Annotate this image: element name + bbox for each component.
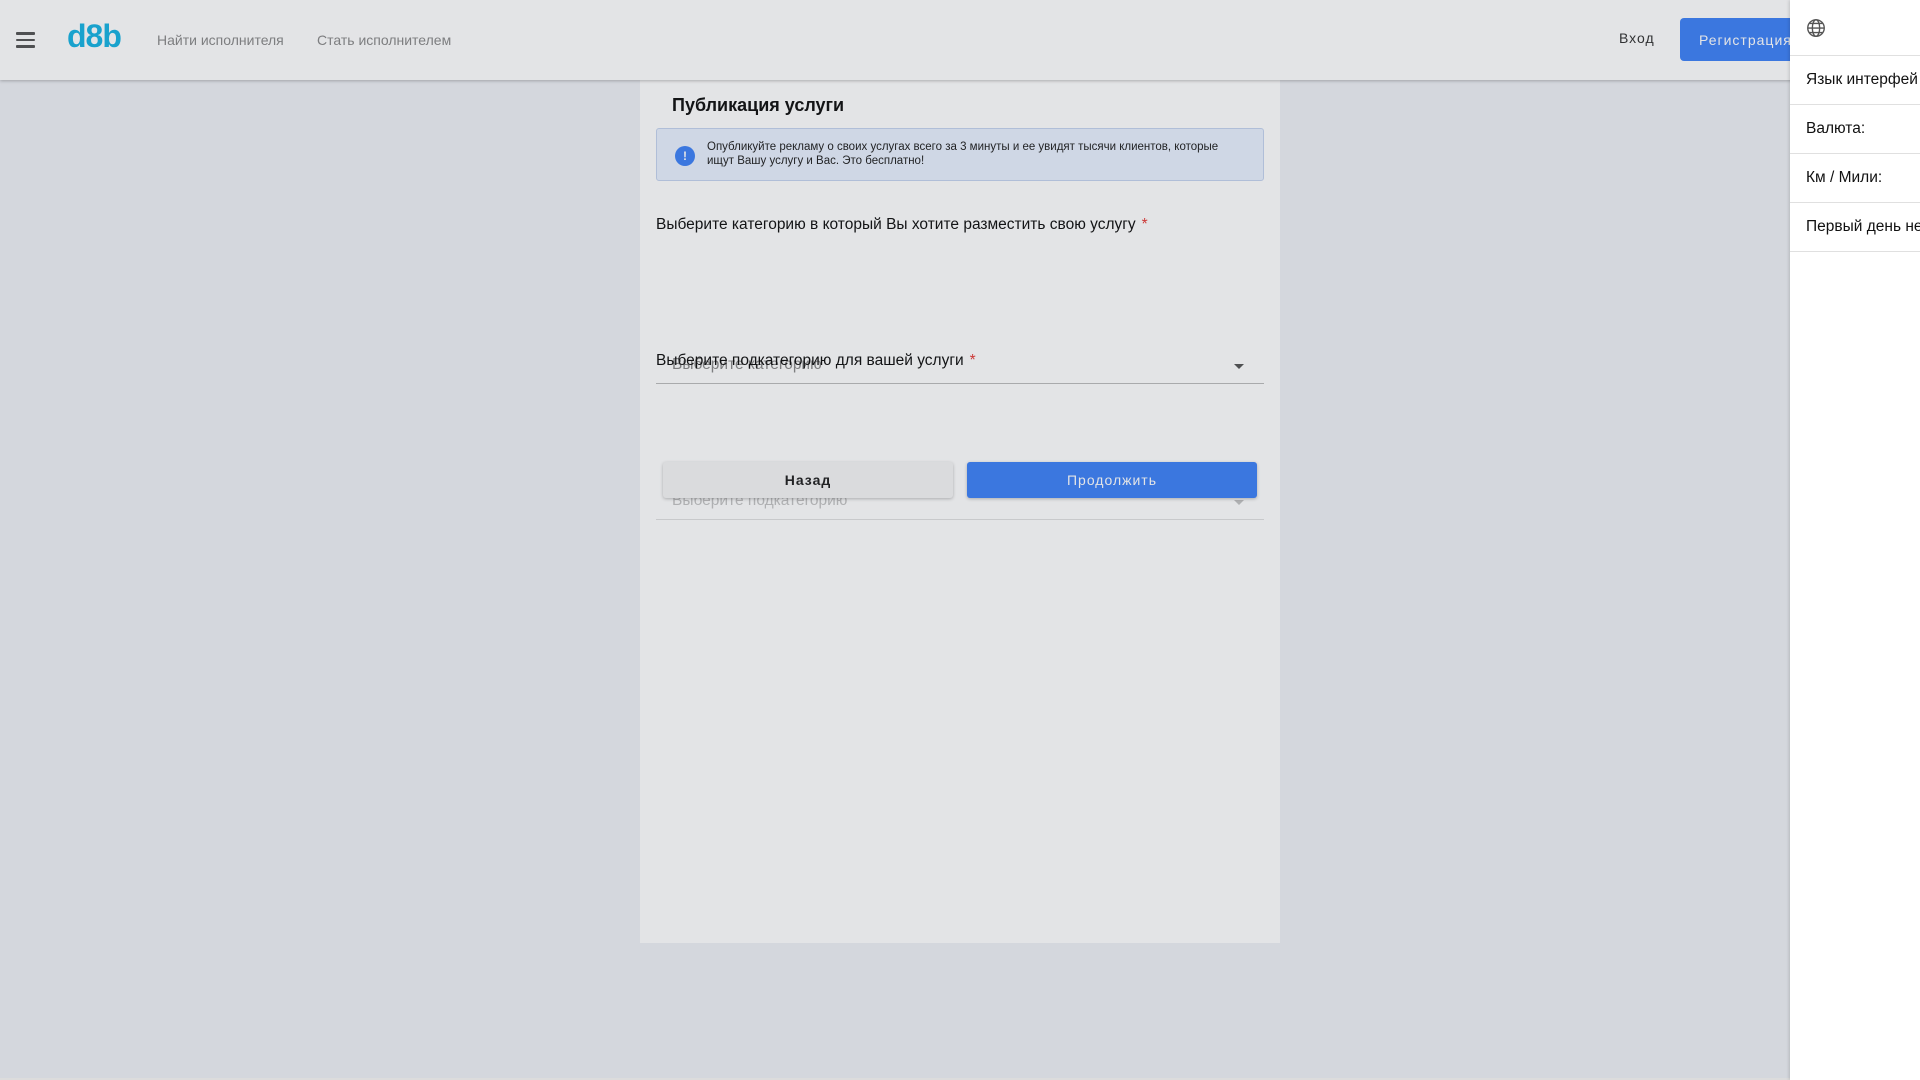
setting-currency[interactable]: Валюта:	[1790, 105, 1920, 154]
drawer-header	[1790, 0, 1920, 56]
setting-first-day-of-week[interactable]: Первый день не	[1790, 203, 1920, 252]
modal-backdrop[interactable]	[0, 0, 1790, 1080]
setting-language[interactable]: Язык интерфей	[1790, 56, 1920, 105]
settings-drawer: Язык интерфей Валюта: Км / Мили: Первый …	[1790, 0, 1920, 1080]
globe-icon[interactable]	[1805, 17, 1827, 39]
setting-distance-units[interactable]: Км / Мили:	[1790, 154, 1920, 203]
